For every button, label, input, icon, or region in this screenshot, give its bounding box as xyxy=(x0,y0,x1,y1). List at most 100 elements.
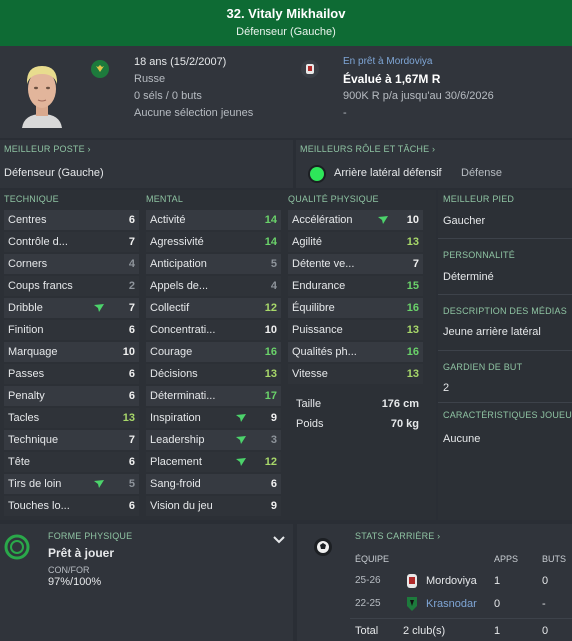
best-position-label[interactable]: MEILLEUR POSTE › xyxy=(4,144,91,154)
attribute-name: Penalty xyxy=(8,390,45,402)
attribute-row[interactable]: Placement 12 xyxy=(146,452,281,472)
loan-status-link[interactable]: En prêt à Mordoviya xyxy=(343,56,433,67)
attribute-row[interactable]: Accélération 10 xyxy=(288,210,423,230)
attribute-row[interactable]: Collectif 12 xyxy=(146,298,281,318)
attribute-row[interactable]: Déterminati... 17 xyxy=(146,386,281,406)
attribute-row[interactable]: Dribble 7 xyxy=(4,298,139,318)
career-stats-label[interactable]: STATS CARRIÈRE › xyxy=(355,531,440,541)
fitness-status: Prêt à jouer xyxy=(48,546,115,560)
col-team-header: ÉQUIPE xyxy=(355,554,390,564)
goalkeeper-value: 2 xyxy=(443,382,450,394)
attribute-name: Qualités ph... xyxy=(292,346,357,358)
best-role-value[interactable]: Arrière latéral défensif xyxy=(334,167,442,179)
attribute-row[interactable]: Vitesse 13 xyxy=(288,364,423,384)
attribute-value: 6 xyxy=(128,456,135,468)
media-description-label: DESCRIPTION DES MÉDIAS xyxy=(443,306,567,316)
attribute-value: 6 xyxy=(128,368,135,380)
mordoviya-badge-icon xyxy=(407,574,417,588)
chevron-down-icon[interactable] xyxy=(272,535,286,545)
youth-caps: Aucune sélection jeunes xyxy=(134,107,254,119)
attribute-row[interactable]: Vision du jeu 9 xyxy=(146,496,281,516)
attribute-value: 5 xyxy=(128,478,135,490)
attribute-row[interactable]: Qualités ph... 16 xyxy=(288,342,423,362)
attribute-row[interactable]: Finition 6 xyxy=(4,320,139,340)
attribute-value: 7 xyxy=(128,434,135,446)
attribute-value: 12 xyxy=(264,456,277,468)
attribute-value: 13 xyxy=(264,368,277,380)
player-position: Défenseur (Gauche) xyxy=(236,26,336,38)
attribute-row[interactable]: Sang-froid 6 xyxy=(146,474,281,494)
fitness-label: FORME PHYSIQUE xyxy=(48,531,133,541)
attribute-name: Dribble xyxy=(8,302,43,314)
divider xyxy=(438,294,572,295)
attribute-value: 7 xyxy=(128,302,135,314)
career-team[interactable]: Krasnodar xyxy=(426,598,477,610)
attribute-row[interactable]: Centres 6 xyxy=(4,210,139,230)
attribute-row[interactable]: Activité 14 xyxy=(146,210,281,230)
attribute-value: 12 xyxy=(264,302,277,314)
progress-arrow-icon xyxy=(378,216,388,224)
attribute-value: 13 xyxy=(406,236,419,248)
attribute-row[interactable]: Penalty 6 xyxy=(4,386,139,406)
technique-header: TECHNIQUE xyxy=(4,194,59,204)
attribute-value: 16 xyxy=(264,346,277,358)
attribute-value: 6 xyxy=(128,324,135,336)
attribute-row[interactable]: Agressivité 14 xyxy=(146,232,281,252)
attribute-value: 6 xyxy=(128,390,135,402)
best-role-label[interactable]: MEILLEURS RÔLE ET TÂCHE › xyxy=(300,144,435,154)
attribute-value: 13 xyxy=(122,412,135,424)
mental-header: MENTAL xyxy=(146,194,184,204)
player-name: 32. Vitaly Mikhailov xyxy=(226,6,346,21)
attribute-row[interactable]: Technique 7 xyxy=(4,430,139,450)
career-total-clubs: 2 club(s) xyxy=(403,625,446,637)
attribute-row[interactable]: Inspiration 9 xyxy=(146,408,281,428)
attribute-row[interactable]: Agilité 13 xyxy=(288,232,423,252)
col-goals-header: BUTS xyxy=(542,554,567,564)
attribute-value: 16 xyxy=(406,346,419,358)
attribute-row[interactable]: Puissance 13 xyxy=(288,320,423,340)
progress-arrow-icon xyxy=(236,436,246,444)
career-total-label: Total xyxy=(355,625,379,637)
attribute-row[interactable]: Appels de... 4 xyxy=(146,276,281,296)
attribute-name: Équilibre xyxy=(292,302,335,314)
attribute-row[interactable]: Décisions 13 xyxy=(146,364,281,384)
attribute-row[interactable]: Coups francs 2 xyxy=(4,276,139,296)
fitness-panel xyxy=(0,524,293,641)
attribute-row[interactable]: Tacles 13 xyxy=(4,408,139,428)
progress-arrow-icon xyxy=(236,458,246,466)
attribute-name: Marquage xyxy=(8,346,58,358)
attribute-value: 4 xyxy=(270,280,277,292)
attribute-value: 16 xyxy=(406,302,419,314)
attribute-row[interactable]: Détente ve... 7 xyxy=(288,254,423,274)
attribute-name: Tête xyxy=(8,456,31,468)
attribute-row[interactable]: Tirs de loin 5 xyxy=(4,474,139,494)
attribute-row[interactable]: Équilibre 16 xyxy=(288,298,423,318)
career-team[interactable]: Mordoviya xyxy=(426,575,477,587)
best-position-value: Défenseur (Gauche) xyxy=(4,167,104,179)
attribute-row[interactable]: Touches lo... 6 xyxy=(4,496,139,516)
attribute-row[interactable]: Leadership 3 xyxy=(146,430,281,450)
attribute-value: 14 xyxy=(264,214,277,226)
career-goals: 0 xyxy=(542,575,549,587)
player-face-avatar[interactable] xyxy=(14,56,70,128)
attribute-name: Collectif xyxy=(150,302,190,314)
attribute-row[interactable]: Anticipation 5 xyxy=(146,254,281,274)
attribute-value: 6 xyxy=(270,478,277,490)
attribute-row[interactable]: Endurance 15 xyxy=(288,276,423,296)
attribute-value: 6 xyxy=(128,214,135,226)
attribute-name: Endurance xyxy=(292,280,346,292)
player-traits-label: CARACTÉRISTIQUES JOUEUR xyxy=(443,410,572,420)
attribute-row[interactable]: Passes 6 xyxy=(4,364,139,384)
attribute-row[interactable]: Corners 4 xyxy=(4,254,139,274)
role-suitability-icon xyxy=(308,165,326,183)
attribute-row[interactable]: Marquage 10 xyxy=(4,342,139,362)
divider xyxy=(438,402,572,403)
attribute-row[interactable]: Tête 6 xyxy=(4,452,139,472)
attribute-name: Sang-froid xyxy=(150,478,201,490)
attribute-row[interactable]: Concentrati... 10 xyxy=(146,320,281,340)
attribute-row[interactable]: Courage 16 xyxy=(146,342,281,362)
player-value: Évalué à 1,67M R xyxy=(343,72,441,86)
fitness-ring-icon xyxy=(4,534,30,560)
attribute-row[interactable]: Contrôle d... 7 xyxy=(4,232,139,252)
attribute-name: Tirs de loin xyxy=(8,478,62,490)
